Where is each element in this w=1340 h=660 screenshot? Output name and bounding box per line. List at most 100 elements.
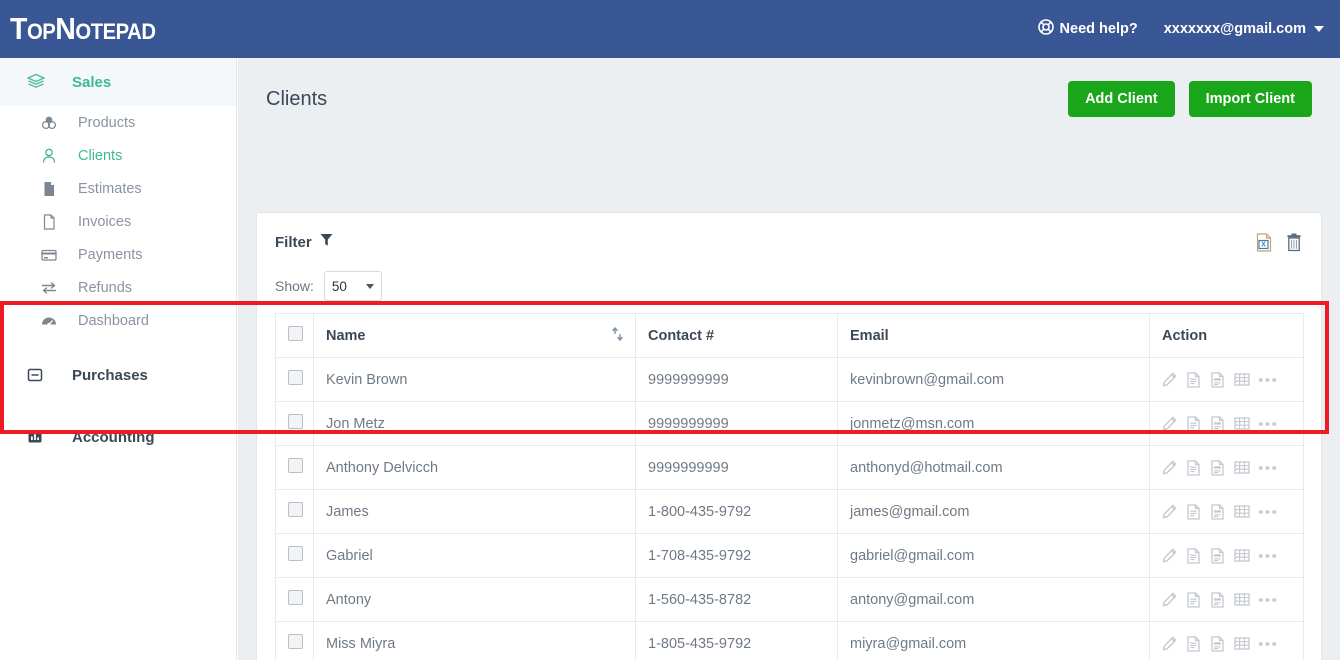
row-select-cell [275, 577, 314, 622]
excel-export-icon[interactable]: X [1255, 232, 1273, 252]
sidebar-item-clients[interactable]: Clients [0, 139, 236, 172]
file-text-icon[interactable] [1186, 371, 1201, 388]
table-grid-icon[interactable] [1234, 636, 1250, 651]
layers-icon [26, 72, 56, 92]
table-header: Name Contact # Email Action [275, 313, 1304, 358]
sort-updown-icon[interactable] [612, 326, 623, 345]
sidebar-group-label-purchases: Purchases [72, 366, 148, 384]
ellipsis-icon[interactable] [1259, 597, 1276, 603]
table-row[interactable]: James 1-800-435-9792 james@gmail.com [275, 489, 1304, 534]
file-lines-icon[interactable] [1210, 591, 1225, 608]
column-header-email[interactable]: Email [837, 313, 1150, 358]
cell-name: Anthony Delvicch [313, 445, 636, 490]
sidebar-item-refunds[interactable]: Refunds [0, 271, 236, 304]
row-checkbox[interactable] [288, 546, 303, 561]
sidebar-group-label-accounting: Accounting [72, 428, 155, 446]
table-grid-icon[interactable] [1234, 592, 1250, 607]
sidebar-item-payments[interactable]: Payments [0, 238, 236, 271]
show-entries-value: 50 [331, 278, 347, 294]
file-lines-icon[interactable] [1210, 635, 1225, 652]
pencil-icon[interactable] [1162, 504, 1177, 519]
pencil-icon[interactable] [1162, 372, 1177, 387]
cell-actions [1149, 533, 1304, 578]
table-row[interactable]: Antony 1-560-435-8782 antony@gmail.com [275, 577, 1304, 622]
ellipsis-icon[interactable] [1259, 509, 1276, 515]
sidebar-group-purchases[interactable]: Purchases [0, 351, 236, 399]
table-grid-icon[interactable] [1234, 416, 1250, 431]
sidebar-item-products[interactable]: Products [0, 106, 236, 139]
file-text-icon[interactable] [1186, 591, 1201, 608]
show-label: Show: [275, 278, 314, 294]
file-text-icon[interactable] [1186, 415, 1201, 432]
row-checkbox[interactable] [288, 502, 303, 517]
sidebar-item-label-estimates: Estimates [78, 180, 142, 197]
need-help-link[interactable]: Need help? [1037, 19, 1138, 39]
row-checkbox[interactable] [288, 414, 303, 429]
table-grid-icon[interactable] [1234, 372, 1250, 387]
file-lines-icon[interactable] [1210, 503, 1225, 520]
table-grid-icon[interactable] [1234, 460, 1250, 475]
pencil-icon[interactable] [1162, 548, 1177, 563]
gauge-icon [40, 312, 66, 330]
cell-email: james@gmail.com [837, 489, 1150, 534]
cell-email: antony@gmail.com [837, 577, 1150, 622]
sidebar-item-estimates[interactable]: Estimates [0, 172, 236, 205]
row-checkbox[interactable] [288, 590, 303, 605]
row-checkbox[interactable] [288, 634, 303, 649]
trash-icon[interactable] [1285, 233, 1303, 252]
show-entries-select[interactable]: 50 [323, 271, 382, 301]
pencil-icon[interactable] [1162, 636, 1177, 651]
page-title: Clients [266, 87, 328, 110]
import-client-button[interactable]: Import Client [1188, 81, 1312, 117]
cell-email: gabriel@gmail.com [837, 533, 1150, 578]
cell-name: Antony [313, 577, 636, 622]
file-text-icon[interactable] [1186, 635, 1201, 652]
filter-label: Filter [275, 233, 312, 251]
top-header-bar: TopNotepad Need help? xxxxxxx@gmail.com [0, 0, 1340, 58]
row-select-cell [275, 533, 314, 578]
pencil-icon[interactable] [1162, 592, 1177, 607]
pencil-icon[interactable] [1162, 460, 1177, 475]
table-row[interactable]: Anthony Delvicch 9999999999 anthonyd@hotma… [275, 445, 1304, 490]
ellipsis-icon[interactable] [1259, 553, 1276, 559]
file-lines-icon[interactable] [1210, 547, 1225, 564]
cell-email: kevinbrown@gmail.com [837, 357, 1150, 402]
filter-toggle[interactable]: Filter [275, 233, 333, 251]
sidebar-group-accounting[interactable]: Accounting [0, 413, 236, 461]
card-toolbar-icons: X [1255, 232, 1303, 252]
table-grid-icon[interactable] [1234, 504, 1250, 519]
ellipsis-icon[interactable] [1259, 377, 1276, 383]
table-row[interactable]: Miss Miyra 1-805-435-9792 miyra@gmail.com [275, 621, 1304, 660]
file-text-icon[interactable] [1186, 503, 1201, 520]
row-checkbox[interactable] [288, 458, 303, 473]
file-lines-icon[interactable] [1210, 371, 1225, 388]
account-menu[interactable]: xxxxxxx@gmail.com [1164, 21, 1324, 37]
column-header-contact[interactable]: Contact # [635, 313, 838, 358]
pencil-icon[interactable] [1162, 416, 1177, 431]
table-row[interactable]: Jon Metz 9999999999 jonmetz@msn.com [275, 401, 1304, 446]
ellipsis-icon[interactable] [1259, 465, 1276, 471]
cell-email: jonmetz@msn.com [837, 401, 1150, 446]
table-row[interactable]: Gabriel 1-708-435-9792 gabriel@gmail.com [275, 533, 1304, 578]
row-select-cell [275, 621, 314, 660]
file-lines-icon[interactable] [1210, 415, 1225, 432]
ellipsis-icon[interactable] [1259, 641, 1276, 647]
sidebar-group-sales[interactable]: Sales [0, 58, 236, 106]
ellipsis-icon[interactable] [1259, 421, 1276, 427]
file-text-icon[interactable] [1186, 547, 1201, 564]
file-text-icon[interactable] [1186, 459, 1201, 476]
table-row[interactable]: Kevin Brown 9999999999 kevinbrown@gmail.co… [275, 357, 1304, 402]
clients-card: Filter X Show: 50 Name Contact # Email A… [256, 212, 1322, 660]
table-grid-icon[interactable] [1234, 548, 1250, 563]
app-logo[interactable]: TopNotepad [10, 11, 156, 47]
sidebar-item-label-payments: Payments [78, 246, 143, 263]
column-header-name[interactable]: Name [313, 313, 636, 358]
select-all-checkbox[interactable] [288, 326, 303, 341]
sidebar-item-dashboard[interactable]: Dashboard [0, 304, 236, 337]
add-client-button[interactable]: Add Client [1068, 81, 1175, 117]
file-lines-icon[interactable] [1210, 459, 1225, 476]
row-checkbox[interactable] [288, 370, 303, 385]
sidebar-item-invoices[interactable]: Invoices [0, 205, 236, 238]
cell-name: Jon Metz [313, 401, 636, 446]
cell-contact: 1-708-435-9792 [635, 533, 838, 578]
